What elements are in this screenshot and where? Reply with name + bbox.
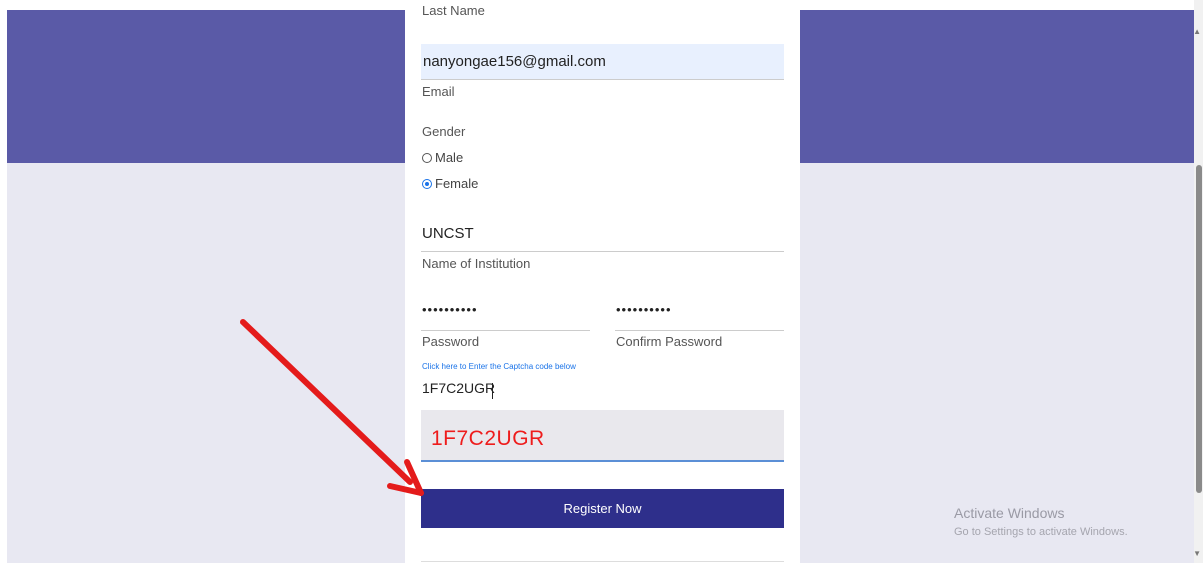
arrow-shaft [240,319,413,485]
red-arrow-annotation [240,319,424,496]
